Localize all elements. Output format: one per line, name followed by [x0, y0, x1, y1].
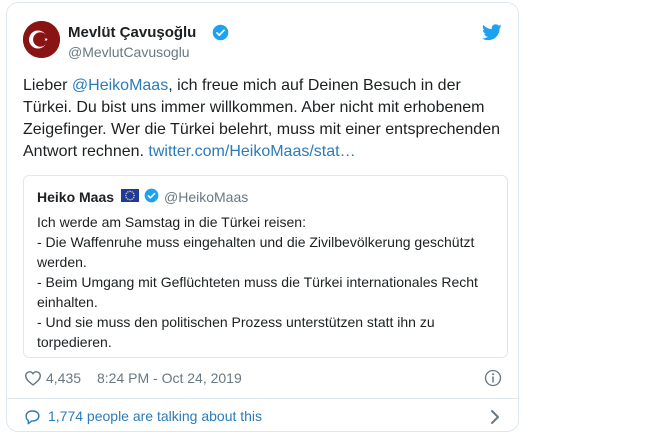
twitter-bird-icon[interactable] — [482, 24, 502, 41]
people-talking-link[interactable]: 1,774 people are talking about this — [48, 408, 262, 424]
avatar[interactable] — [23, 21, 60, 58]
eu-flag-icon — [121, 189, 139, 202]
info-icon[interactable] — [484, 369, 502, 387]
heart-icon[interactable] — [24, 370, 42, 386]
quoted-text: Ich werde am Samstag in die Türkei reise… — [37, 212, 497, 352]
quoted-author-handle: @HeikoMaas — [164, 189, 249, 205]
tweet-text: Lieber @HeikoMaas, ich freue mich auf De… — [23, 75, 508, 163]
quoted-author-name: Heiko Maas — [37, 189, 115, 205]
tweet-url-link[interactable]: twitter.com/HeikoMaas/stat… — [148, 143, 355, 160]
quoted-text-line: Ich werde am Samstag in die Türkei reise… — [37, 214, 306, 230]
like-count[interactable]: 4,435 — [46, 370, 81, 386]
footer-divider — [7, 398, 518, 399]
mention-link[interactable]: @HeikoMaas — [72, 77, 168, 94]
quoted-text-line: - Beim Umgang mit Geflüchteten muss die … — [37, 274, 478, 310]
chevron-right-icon[interactable] — [489, 409, 501, 425]
verified-badge-icon — [212, 24, 229, 41]
timestamp[interactable]: 8:24 PM - Oct 24, 2019 — [97, 370, 242, 386]
quoted-tweet[interactable]: Heiko Maas @HeikoMaas Ich werde am Samst… — [23, 175, 508, 358]
author-name[interactable]: Mevlüt Çavuşoğlu — [68, 24, 196, 41]
tweet-card: Mevlüt Çavuşoğlu @MevlutCavusoglu Lieber… — [6, 2, 519, 432]
verified-badge-icon — [144, 188, 159, 203]
tweet-text-part: Lieber — [23, 77, 72, 94]
quoted-text-line: - Und sie muss den politischen Prozess u… — [37, 314, 435, 350]
quoted-text-line: - Die Waffenruhe muss eingehalten und di… — [37, 234, 475, 270]
speech-bubble-icon[interactable] — [24, 409, 41, 425]
author-handle[interactable]: @MevlutCavusoglu — [68, 44, 190, 60]
